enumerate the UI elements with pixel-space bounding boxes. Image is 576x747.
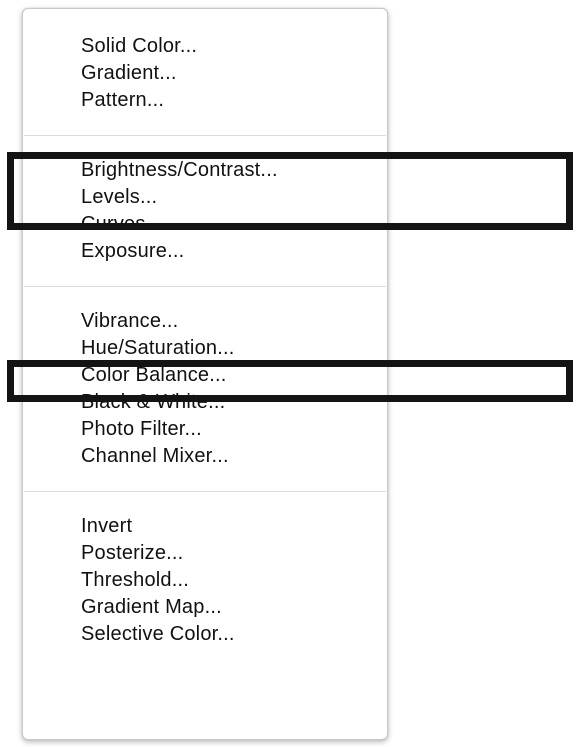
- menu-item-hue-saturation[interactable]: Hue/Saturation...: [23, 335, 387, 362]
- menu-item-brightness-contrast[interactable]: Brightness/Contrast...: [23, 157, 387, 184]
- menu-item-exposure[interactable]: Exposure...: [23, 238, 387, 265]
- menu-item-threshold[interactable]: Threshold...: [23, 567, 387, 594]
- menu-group-fill: Solid Color... Gradient... Pattern...: [23, 33, 387, 114]
- menu-item-solid-color[interactable]: Solid Color...: [23, 33, 387, 60]
- menu-item-posterize[interactable]: Posterize...: [23, 540, 387, 567]
- menu-group-color: Vibrance... Hue/Saturation... Color Bala…: [23, 308, 387, 470]
- menu-item-color-balance[interactable]: Color Balance...: [23, 362, 387, 389]
- menu-item-channel-mixer[interactable]: Channel Mixer...: [23, 443, 387, 470]
- menu-item-black-white[interactable]: Black & White...: [23, 389, 387, 416]
- menu-item-vibrance[interactable]: Vibrance...: [23, 308, 387, 335]
- menu-item-gradient-map[interactable]: Gradient Map...: [23, 594, 387, 621]
- menu-item-invert[interactable]: Invert: [23, 513, 387, 540]
- menu-group-tonal: Brightness/Contrast... Levels... Curves.…: [23, 157, 387, 265]
- menu-group-special: Invert Posterize... Threshold... Gradien…: [23, 513, 387, 648]
- menu-item-curves[interactable]: Curves...: [23, 211, 387, 238]
- menu-item-pattern[interactable]: Pattern...: [23, 87, 387, 114]
- menu-item-levels[interactable]: Levels...: [23, 184, 387, 211]
- adjustment-layer-menu: Solid Color... Gradient... Pattern... Br…: [22, 8, 388, 740]
- menu-item-photo-filter[interactable]: Photo Filter...: [23, 416, 387, 443]
- menu-item-selective-color[interactable]: Selective Color...: [23, 621, 387, 648]
- menu-item-gradient[interactable]: Gradient...: [23, 60, 387, 87]
- screenshot-stage: Solid Color... Gradient... Pattern... Br…: [0, 0, 576, 747]
